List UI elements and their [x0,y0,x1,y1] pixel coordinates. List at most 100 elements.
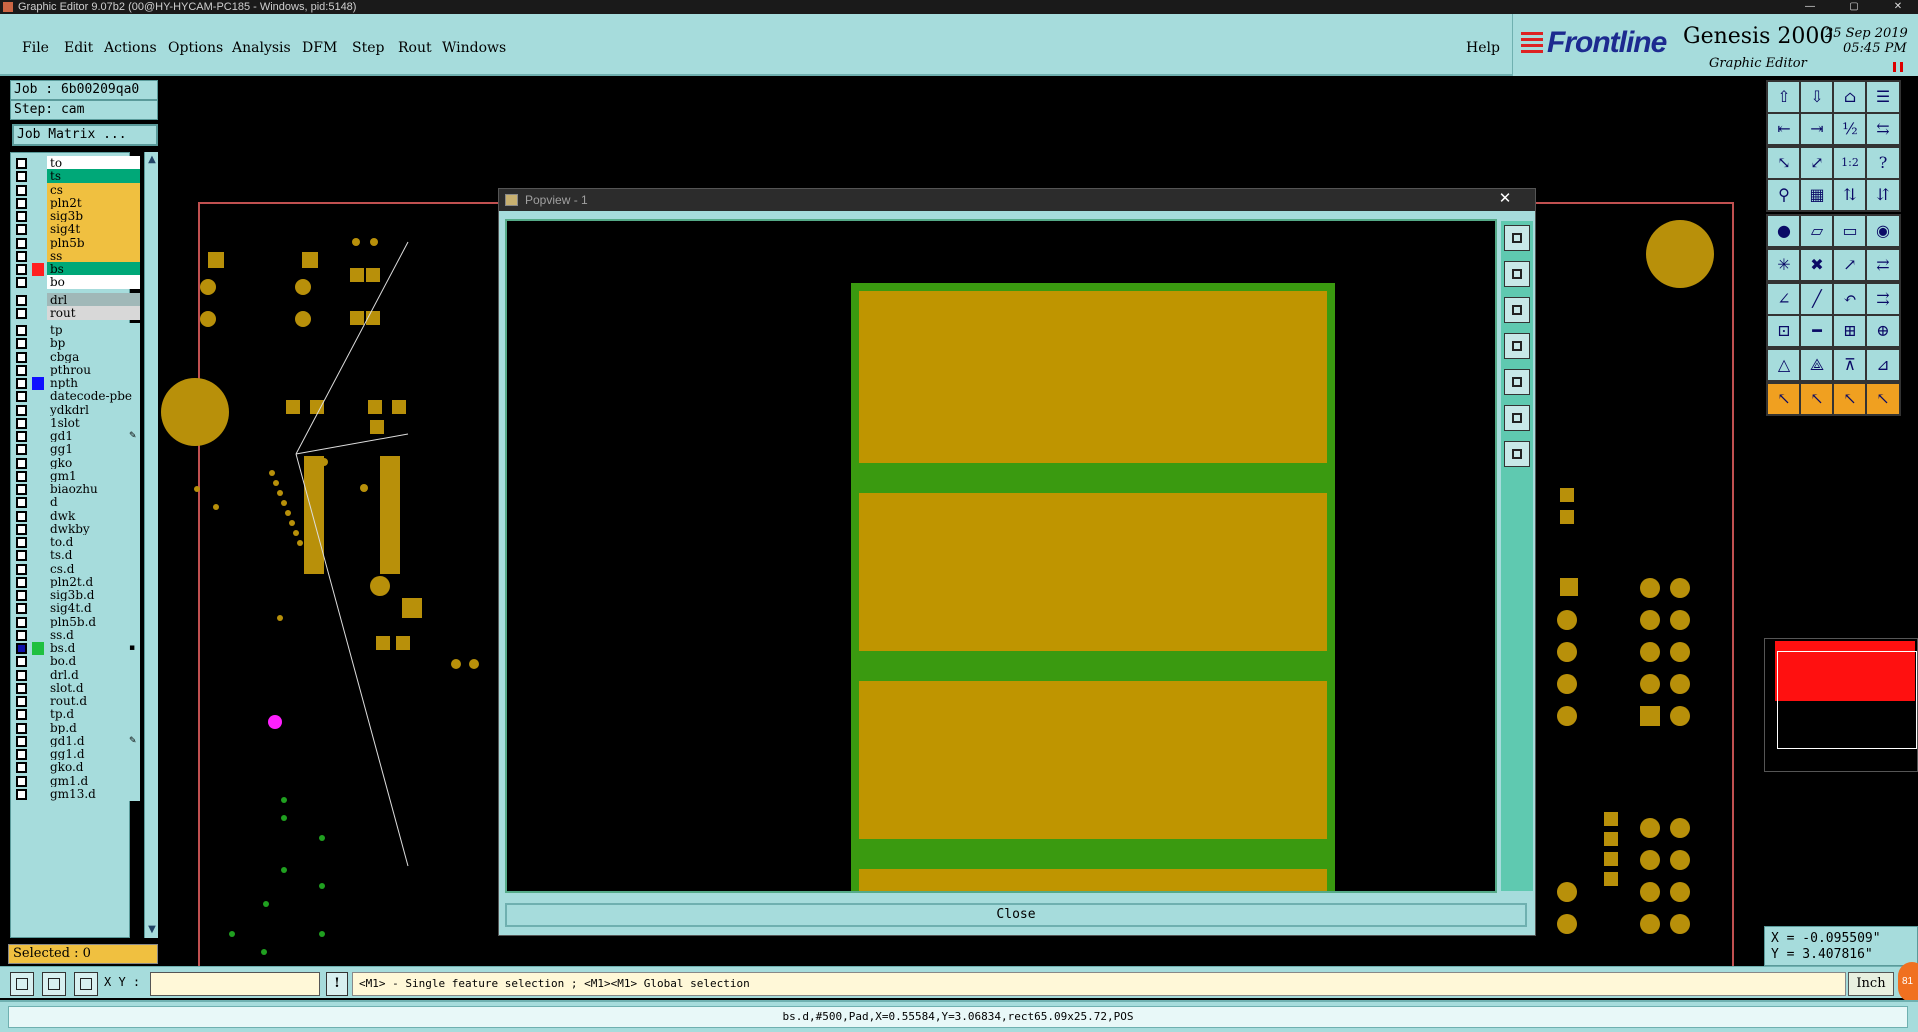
tool-button[interactable]: △ [1766,348,1802,382]
tool-button[interactable]: ⇧ [1766,80,1802,114]
window-close-button[interactable]: ✕ [1876,0,1918,14]
layer-row[interactable]: gm13.d [11,786,140,802]
grid-mode-icon[interactable] [74,972,98,996]
scroll-up-icon[interactable]: ▲ [146,154,158,166]
layer-name[interactable]: gm13.d [47,786,140,801]
popview-pan-left-icon[interactable] [1504,333,1530,359]
tool-icon: ⇧ [1777,87,1791,106]
layer-name[interactable]: rout [47,305,140,320]
layer-checkbox[interactable] [16,307,27,319]
popview-zoom-home-icon[interactable] [1504,225,1530,251]
tool-button[interactable]: ⚲ [1766,178,1802,212]
tool-button[interactable]: ⇤ [1766,112,1802,146]
popview-close-button[interactable]: Close [505,903,1527,927]
popview-zoom-in-icon[interactable] [1504,261,1530,287]
layer-color-swatch[interactable] [32,788,44,801]
tool-button[interactable]: ▱ [1799,214,1835,248]
tool-button[interactable]: ━ [1799,314,1835,348]
tool-button[interactable]: ⇵ [1865,178,1901,212]
tool-button[interactable]: ▭ [1832,214,1868,248]
layer-row[interactable]: rout [11,305,140,321]
mouse-hint: <M1> - Single feature selection ; <M1><M… [352,972,1846,996]
tool-button[interactable]: ⊡ [1766,314,1802,348]
tool-button[interactable]: ⊞ [1832,314,1868,348]
tool-button[interactable]: ↗ [1832,248,1868,282]
tool-button[interactable]: ⇥ [1799,112,1835,146]
popview-center-icon[interactable] [1504,441,1530,467]
tool-button[interactable]: ↖ [1832,382,1868,416]
popview-close-icon[interactable]: ✕ [1493,189,1517,209]
tool-button[interactable]: ⇉ [1865,282,1901,316]
tool-button[interactable]: ◉ [1865,214,1901,248]
menu-dfm[interactable]: DFM [302,40,337,56]
menu-analysis[interactable]: Analysis [232,40,291,56]
tool-button[interactable]: 1:2 [1832,146,1868,180]
tool-button[interactable]: ? [1865,146,1901,180]
notification-badge[interactable]: 81 [1898,962,1918,1002]
tool-icon: ↖ [1843,389,1857,408]
tool-button[interactable]: ⇅ [1832,178,1868,212]
layer-color-swatch[interactable] [32,307,44,320]
menu-rout[interactable]: Rout [398,40,432,56]
menu-edit[interactable]: Edit [64,40,93,56]
xy-input[interactable] [150,972,320,996]
units-button[interactable]: Inch [1848,972,1894,996]
tool-icon: ⊞ [1843,321,1857,340]
measure-mode-icon[interactable] [42,972,66,996]
tool-button[interactable]: ⇄ [1865,248,1901,282]
layer-mark-icon: ▪ [129,643,136,653]
tool-button[interactable]: ✖ [1799,248,1835,282]
layer-row[interactable]: bo [11,274,140,290]
job-matrix-button[interactable]: Job Matrix ... [12,124,158,146]
menu-help[interactable]: Help [1466,40,1500,56]
tool-button[interactable]: ⇆ [1865,112,1901,146]
tool-button[interactable]: ⤢ [1799,146,1835,180]
tool-icon: ⊡ [1777,321,1791,340]
layer-checkbox[interactable] [16,788,27,800]
tool-button[interactable]: ☰ [1865,80,1901,114]
popview-zoom-out-icon[interactable] [1504,297,1530,323]
minimize-button[interactable]: — [1788,0,1832,14]
layer-scrollbar[interactable]: ▲ ▼ [144,152,158,938]
menu-file[interactable]: File [22,40,49,56]
layer-name[interactable]: bo [47,275,140,290]
minimap[interactable] [1764,638,1918,772]
menu-windows[interactable]: Windows [442,40,506,56]
tool-button[interactable]: ⊕ [1865,314,1901,348]
tool-icon: ⊼ [1844,355,1856,374]
popview-fit-icon[interactable] [1504,405,1530,431]
tool-button[interactable]: ⤡ [1766,146,1802,180]
menu-options[interactable]: Options [168,40,223,56]
menu-bar: File Edit Actions Options Analysis DFM S… [0,14,1512,76]
tool-button[interactable]: ⌂ [1832,80,1868,114]
tool-button[interactable]: ↖ [1766,382,1802,416]
pause-icon[interactable] [1893,62,1903,72]
layer-checkbox[interactable] [16,277,27,289]
snap-mode-icon[interactable] [10,972,34,996]
tool-button[interactable]: ● [1766,214,1802,248]
tool-icon: ⇅ [1843,185,1857,204]
tool-button[interactable]: ⊿ [1865,348,1901,382]
tool-button[interactable]: ✳ [1766,248,1802,282]
tool-button[interactable]: ⟁ [1799,348,1835,382]
popview-view[interactable] [505,219,1497,893]
tool-button[interactable]: ↶ [1832,282,1868,316]
menu-step[interactable]: Step [352,40,384,56]
xy-execute-button[interactable]: ! [326,972,348,996]
tool-icon: ⊿ [1876,355,1890,374]
maximize-button[interactable]: ▢ [1832,0,1876,14]
popview-title: Popview - 1 [525,193,588,207]
menu-actions[interactable]: Actions [104,40,157,56]
tool-button[interactable]: ∠ [1766,282,1802,316]
tool-button[interactable]: ↖ [1865,382,1901,416]
popview-title-bar[interactable]: Popview - 1 ✕ [499,189,1535,211]
tool-button[interactable]: ⊼ [1832,348,1868,382]
tool-button[interactable]: ╱ [1799,282,1835,316]
scroll-down-icon[interactable]: ▼ [146,924,158,936]
tool-button[interactable]: ½ [1832,112,1868,146]
layer-color-swatch[interactable] [32,276,44,289]
popview-pan-right-icon[interactable] [1504,369,1530,395]
tool-button[interactable]: ↖ [1799,382,1835,416]
tool-button[interactable]: ▦ [1799,178,1835,212]
tool-button[interactable]: ⇩ [1799,80,1835,114]
